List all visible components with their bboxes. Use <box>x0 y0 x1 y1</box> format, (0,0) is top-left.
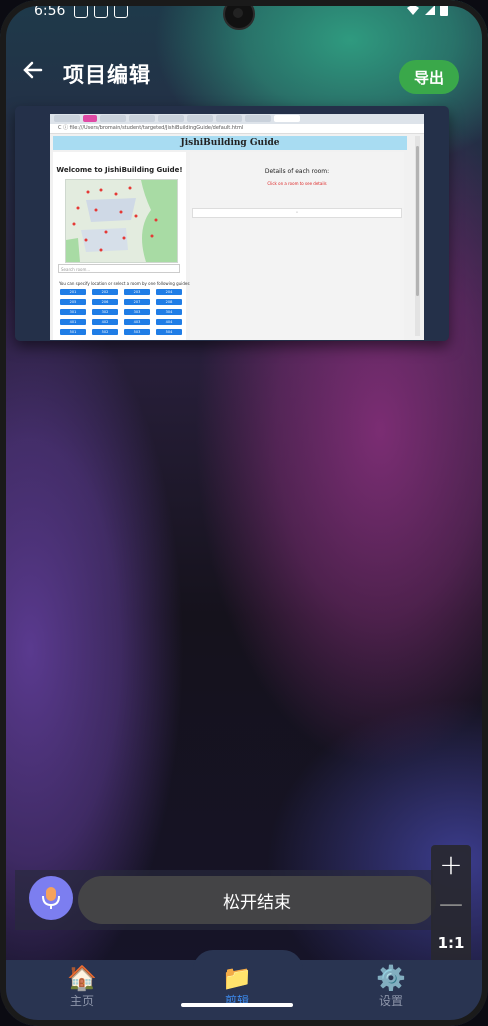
bottom-navigation: 🏠 主页 📁 剪辑 ⚙️ 设置 <box>5 950 483 1026</box>
zoom-in-button[interactable]: + <box>431 845 471 884</box>
tab <box>83 115 97 122</box>
room-button: 404 <box>156 319 182 325</box>
room-button: 301 <box>60 309 86 315</box>
tab-active <box>274 115 300 122</box>
room-button: 202 <box>92 289 118 295</box>
details-bar: ◦ <box>192 208 402 218</box>
room-button: 206 <box>92 299 118 305</box>
browser-url: C ⓘ file:///Users/bromain/student/target… <box>50 124 424 134</box>
browser-scrollbar <box>415 136 420 336</box>
status-right-icons <box>406 3 448 16</box>
tab <box>216 115 242 122</box>
microphone-button[interactable] <box>29 876 73 920</box>
nav-item-home[interactable]: 🏠 主页 <box>42 962 122 1009</box>
microphone-icon <box>42 887 60 909</box>
room-button: 402 <box>92 319 118 325</box>
room-button: 203 <box>124 289 150 295</box>
home-icon: 🏠 <box>67 964 97 992</box>
shield-icon <box>94 4 108 18</box>
guide-header: JishiBuilding Guide <box>53 136 407 150</box>
status-time: 6:56 <box>34 3 66 19</box>
page-title: 项目编辑 <box>63 63 151 87</box>
battery-icon <box>440 4 448 16</box>
room-button: 207 <box>124 299 150 305</box>
room-button: 208 <box>156 299 182 305</box>
notification-icons <box>74 4 128 18</box>
browser-screenshot: C ⓘ file:///Users/bromain/student/target… <box>50 114 424 340</box>
voice-input-row: 松开结束 <box>15 870 436 930</box>
map-image <box>65 179 178 263</box>
zoom-out-button[interactable]: — <box>431 884 471 923</box>
phone-screen: 6:56 项目编辑 导出 C ⓘ file:///Users/bromain/s… <box>0 0 488 1026</box>
room-button: 201 <box>60 289 86 295</box>
zoom-reset-button[interactable]: 1:1 <box>431 923 471 962</box>
room-button: 501 <box>60 329 86 335</box>
tab <box>100 115 126 122</box>
home-indicator[interactable] <box>181 1003 293 1007</box>
guide-hint: You can specify location or select a roo… <box>59 281 191 286</box>
room-button: 303 <box>124 309 150 315</box>
hold-to-talk-button[interactable]: 松开结束 <box>78 876 436 924</box>
tab <box>245 115 271 122</box>
room-button: 504 <box>156 329 182 335</box>
browser-tabs <box>50 114 424 124</box>
tab <box>187 115 213 122</box>
wifi-icon <box>407 5 419 15</box>
guide-right-panel: Details of each room: Click on a room to… <box>190 152 404 340</box>
front-camera <box>223 0 255 30</box>
guide-left-panel: Welcome to JishiBuilding Guide! Search r… <box>53 152 191 340</box>
notification-icon <box>74 4 88 18</box>
room-button-grid: 201 202 203 204 205 206 207 208 301 302 … <box>60 289 184 335</box>
room-button: 204 <box>156 289 182 295</box>
room-button: 205 <box>60 299 86 305</box>
welcome-text: Welcome to JishiBuilding Guide! <box>56 166 183 174</box>
room-button: 502 <box>92 329 118 335</box>
nav-label: 主页 <box>69 994 94 1008</box>
room-search-input: Search room... <box>58 264 180 273</box>
gear-icon: ⚙️ <box>376 964 406 992</box>
tab <box>54 115 80 122</box>
room-button: 403 <box>124 319 150 325</box>
nav-item-settings[interactable]: ⚙️ 设置 <box>351 962 431 1009</box>
room-button: 401 <box>60 319 86 325</box>
tab <box>129 115 155 122</box>
nav-label: 设置 <box>378 994 403 1008</box>
room-button: 304 <box>156 309 182 315</box>
back-arrow-icon[interactable] <box>20 58 46 84</box>
status-bar: 6:56 <box>0 0 488 30</box>
nav-item-edit[interactable]: 📁 剪辑 <box>197 962 277 1009</box>
export-button[interactable]: 导出 <box>399 60 459 94</box>
project-preview-card[interactable]: C ⓘ file:///Users/bromain/student/target… <box>15 106 449 341</box>
folder-icon: 📁 <box>222 964 252 992</box>
sim-icon <box>114 4 128 18</box>
app-bar: 项目编辑 导出 <box>0 52 488 94</box>
details-heading: Details of each room: <box>264 168 330 175</box>
tab <box>158 115 184 122</box>
room-button: 503 <box>124 329 150 335</box>
signal-icon <box>425 4 435 15</box>
details-red-text: Click on a room to see details <box>267 181 327 186</box>
room-button: 302 <box>92 309 118 315</box>
